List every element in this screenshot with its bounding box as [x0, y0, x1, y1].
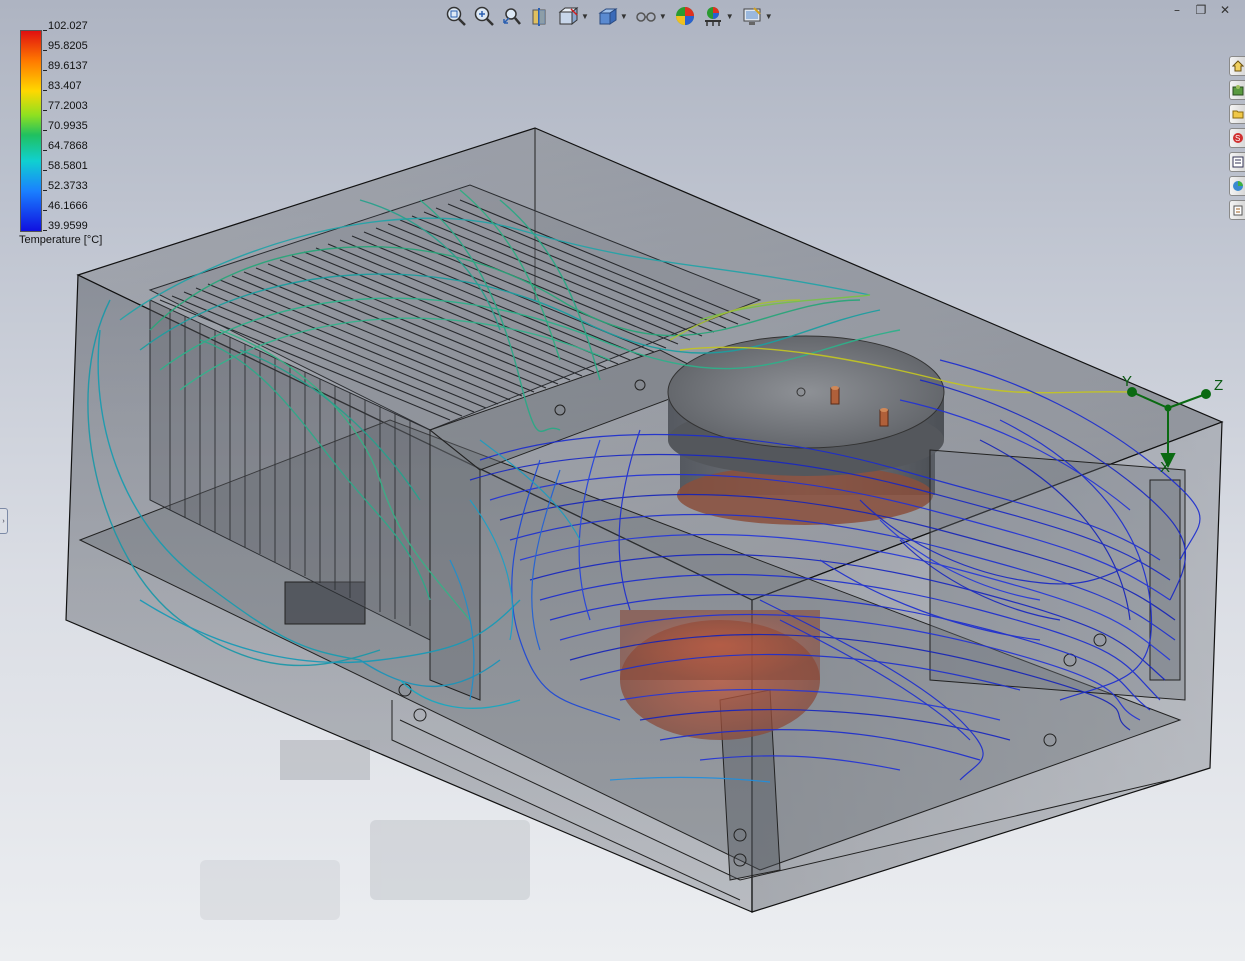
legend-tick [43, 110, 47, 111]
chevron-down-icon[interactable]: ▼ [659, 12, 667, 21]
chevron-down-icon[interactable]: ▼ [765, 12, 773, 21]
legend-tick [43, 190, 47, 191]
custom-properties-tab[interactable] [1229, 200, 1245, 220]
view-orientation-icon [558, 6, 579, 26]
chevron-down-icon[interactable]: ▼ [620, 12, 628, 21]
design-library-icon [1232, 85, 1243, 96]
legend-value: 39.9599 [48, 220, 88, 232]
close-icon[interactable]: ✕ [1217, 2, 1233, 18]
view-palette-icon [1232, 156, 1243, 168]
file-explorer-tab[interactable] [1229, 104, 1245, 124]
legend-tick [43, 70, 47, 71]
view-settings-icon [743, 7, 761, 25]
legend-tick [43, 90, 47, 91]
legend-value: 64.7868 [48, 140, 88, 152]
legend-title: Temperature [°C] [19, 234, 103, 246]
legend-tick [43, 50, 47, 51]
triad-y-label: Y [1122, 373, 1132, 390]
zoom-to-area-button[interactable] [472, 4, 496, 28]
search-icon: S [1232, 133, 1243, 143]
custom-properties-icon [1233, 205, 1242, 216]
legend-tick [43, 30, 47, 31]
legend-tick [43, 130, 47, 131]
chevron-down-icon[interactable]: ▼ [581, 12, 589, 21]
zoom-to-area-icon [474, 6, 494, 26]
triad-z-label: Z [1214, 377, 1223, 394]
edit-appearance-button[interactable] [673, 4, 697, 28]
apply-scene-button[interactable] [701, 4, 725, 28]
home-icon [1231, 60, 1244, 72]
zoom-to-fit-icon [446, 6, 466, 26]
chevron-right-icon: › [2, 517, 5, 525]
legend-value: 58.5801 [48, 160, 88, 172]
search-tab[interactable]: S [1229, 128, 1245, 148]
view-settings-button[interactable] [740, 4, 764, 28]
view-palette-tab[interactable] [1229, 152, 1245, 172]
legend-value: 46.1666 [48, 200, 88, 212]
legend-tick [43, 210, 47, 211]
hide-show-items-button[interactable] [634, 4, 658, 28]
feature-manager-flyout-handle[interactable]: › [0, 508, 8, 534]
svg-text:S: S [1235, 134, 1240, 143]
apply-scene-icon [704, 7, 721, 26]
previous-view-icon [503, 8, 521, 25]
legend-tick [43, 230, 47, 231]
graphics-viewport[interactable]: Y Z X 102.027 95.8205 89.6137 83.407 77.… [0, 0, 1245, 961]
design-library-tab[interactable] [1229, 80, 1245, 100]
section-view-icon [532, 8, 546, 26]
hide-show-items-icon [636, 12, 656, 22]
legend-value: 102.027 [48, 20, 88, 32]
previous-view-button[interactable] [500, 4, 524, 28]
window-controls: – ❐ ✕ [1169, 2, 1233, 18]
restore-icon[interactable]: ❐ [1193, 2, 1209, 18]
section-view-button[interactable] [528, 4, 552, 28]
triad-x-label: X [1160, 459, 1170, 476]
legend-value: 70.9935 [48, 120, 88, 132]
heads-up-view-toolbar: ▼ ▼ ▼ ▼ ▼ [444, 2, 775, 30]
appearances-icon [1232, 181, 1243, 191]
appearances-tab[interactable] [1229, 176, 1245, 196]
display-style-icon [598, 8, 618, 25]
home-tab[interactable] [1229, 56, 1245, 76]
chevron-down-icon[interactable]: ▼ [726, 12, 734, 21]
task-pane-tabs: S [1229, 56, 1245, 224]
view-orientation-button[interactable] [556, 4, 580, 28]
legend-color-bar [20, 30, 42, 232]
display-style-button[interactable] [595, 4, 619, 28]
legend-tick [43, 150, 47, 151]
legend-tick [43, 170, 47, 171]
legend-value: 52.3733 [48, 180, 88, 192]
legend-value: 77.2003 [48, 100, 88, 112]
folder-icon [1232, 110, 1243, 119]
flow-trajectories-scene[interactable]: Y Z X [0, 0, 1245, 961]
zoom-to-fit-button[interactable] [444, 4, 468, 28]
legend-value: 89.6137 [48, 60, 88, 72]
minimize-icon[interactable]: – [1169, 2, 1185, 18]
legend-value: 83.407 [48, 80, 82, 92]
temperature-legend[interactable]: 102.027 95.8205 89.6137 83.407 77.2003 7… [18, 20, 138, 254]
edit-appearance-icon [675, 7, 694, 25]
legend-value: 95.8205 [48, 40, 88, 52]
